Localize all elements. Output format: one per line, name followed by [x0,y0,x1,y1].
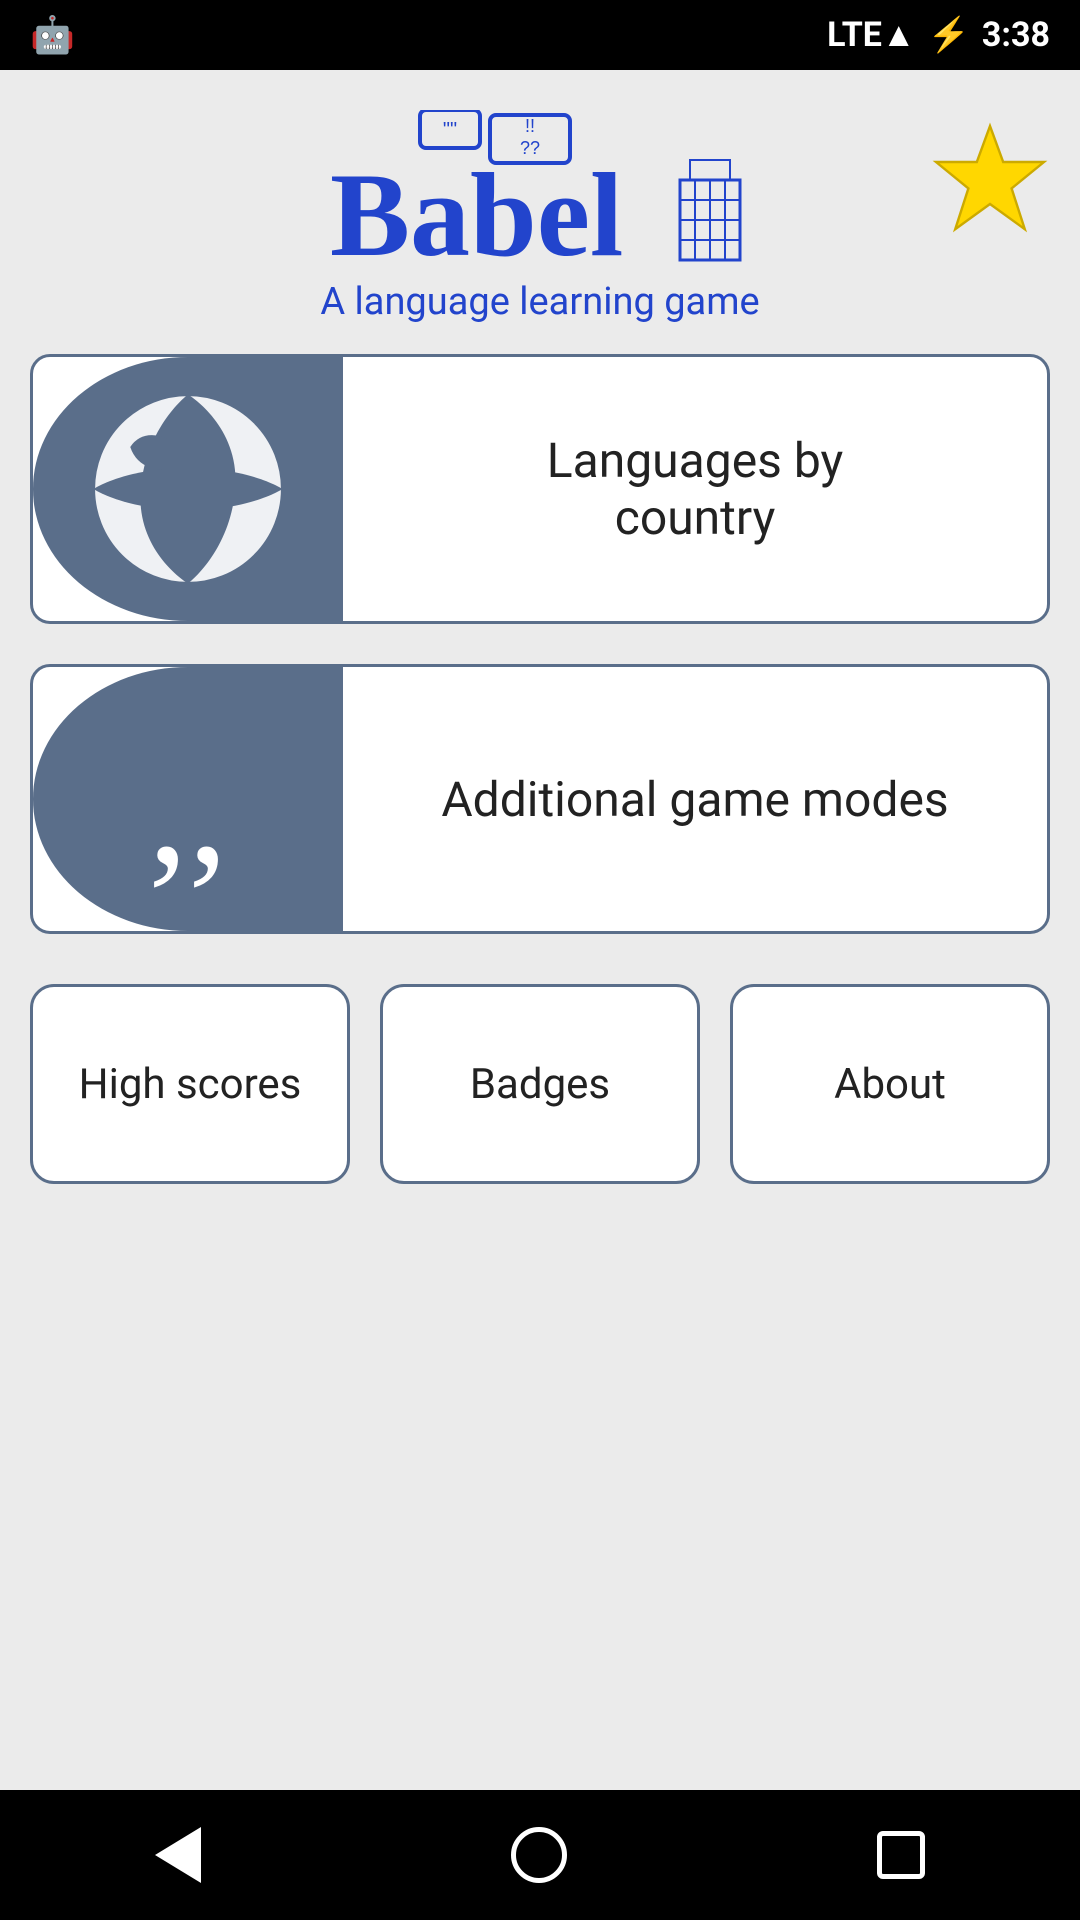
home-button[interactable] [511,1827,567,1883]
header: "" !! ?? Babel [30,110,1050,324]
svg-text:!!: !! [525,116,535,136]
star-icon[interactable] [930,120,1050,258]
back-icon [155,1827,201,1883]
android-icon: 🤖 [30,14,75,56]
recent-icon [877,1831,925,1879]
languages-by-country-label: Languages bycountry [343,412,1047,566]
app-subtitle: A language learning game [320,280,759,324]
recent-apps-button[interactable] [877,1831,925,1879]
back-button[interactable] [155,1827,201,1883]
babel-logo-svg: "" !! ?? Babel [320,110,760,270]
babel-logo: "" !! ?? Babel [320,110,760,270]
lte-signal-icon: LTE▲ [827,15,915,55]
high-scores-label: High scores [79,1060,302,1109]
svg-text:Babel: Babel [330,148,623,270]
nav-bar [0,1790,1080,1920]
quotes-icon-container: ,, [33,667,343,931]
home-icon [511,1827,567,1883]
badges-label: Badges [470,1060,610,1109]
languages-by-country-button[interactable]: Languages bycountry [30,354,1050,624]
globe-icon [83,384,293,594]
additional-game-modes-label: Additional game modes [343,751,1047,848]
about-button[interactable]: About [730,984,1050,1184]
about-label: About [834,1060,946,1109]
svg-text:"": "" [443,119,457,141]
main-content: "" !! ?? Babel [0,70,1080,1790]
battery-icon: ⚡ [928,15,970,55]
logo-container: "" !! ?? Babel [320,110,760,324]
status-bar-left: 🤖 [30,14,75,56]
globe-icon-container [33,357,343,621]
clock: 3:38 [982,15,1050,55]
high-scores-button[interactable]: High scores [30,984,350,1184]
additional-game-modes-button[interactable]: ,, Additional game modes [30,664,1050,934]
bottom-buttons: High scores Badges About [30,984,1050,1184]
status-bar: 🤖 LTE▲ ⚡ 3:38 [0,0,1080,70]
status-bar-right: LTE▲ ⚡ 3:38 [827,15,1050,55]
badges-button[interactable]: Badges [380,984,700,1184]
quote-marks-icon: ,, [148,745,228,873]
